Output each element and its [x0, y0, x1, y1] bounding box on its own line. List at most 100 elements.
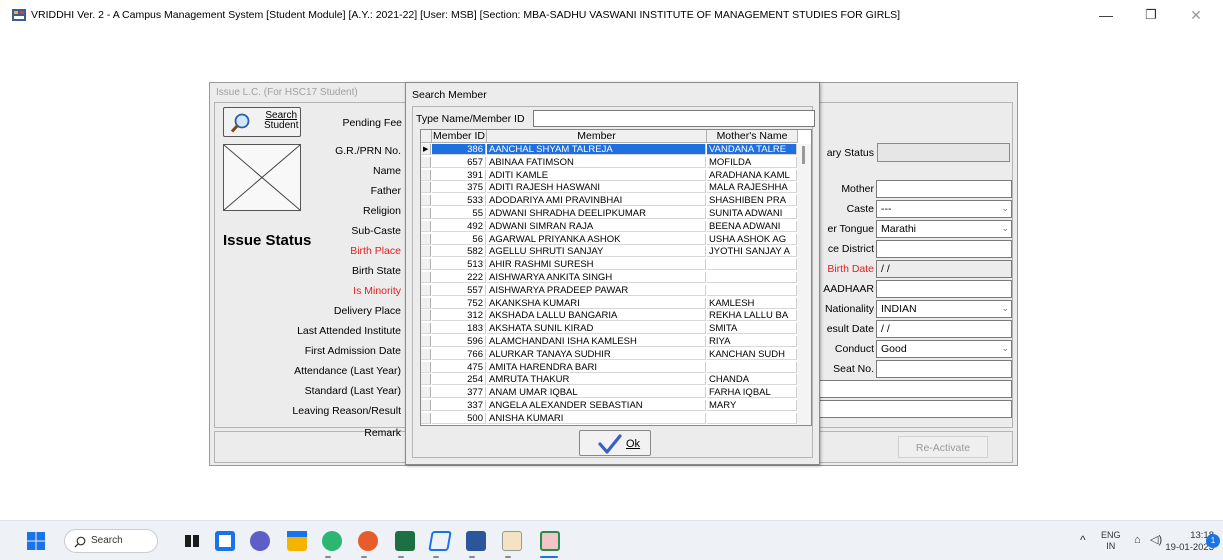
mother-name-cell[interactable]: FARHA IQBAL — [707, 387, 797, 399]
member-id-cell[interactable]: 657 — [432, 156, 486, 168]
aadhaar-field[interactable] — [876, 280, 1012, 298]
seat-no-field[interactable] — [876, 360, 1012, 378]
member-id-cell[interactable]: 386 — [432, 144, 486, 155]
member-name-cell[interactable]: ADWANI SHRADHA DEELIPKUMAR — [487, 208, 706, 219]
mother-name-cell[interactable]: CHANDA — [707, 374, 797, 386]
member-id-cell[interactable]: 375 — [432, 182, 486, 194]
member-name-cell[interactable]: ADODARIYA AMI PRAVINBHAI — [487, 195, 706, 207]
member-id-cell[interactable]: 752 — [432, 297, 486, 309]
member-name-cell[interactable]: AKANKSHA KUMARI — [487, 297, 706, 309]
volume-icon[interactable]: ◁) — [1150, 533, 1162, 546]
grid-scrollbar[interactable] — [797, 144, 811, 425]
ok-button[interactable]: Ok — [579, 430, 651, 456]
row-selector[interactable] — [421, 361, 431, 373]
maximize-button[interactable]: ❐ — [1131, 4, 1171, 26]
member-id-cell[interactable]: 582 — [432, 246, 486, 258]
member-name-cell[interactable]: ADWANI SIMRAN RAJA — [487, 220, 706, 232]
row-selector[interactable] — [421, 169, 431, 181]
member-id-cell[interactable]: 475 — [432, 361, 486, 373]
district-field[interactable] — [876, 240, 1012, 258]
chevron-down-icon[interactable]: ⌄ — [1001, 203, 1009, 214]
table-row[interactable]: 312 AKSHADA LALLU BANGARIA REKHA LALLU BA — [421, 310, 811, 322]
windows-start-icon[interactable] — [27, 532, 45, 550]
member-name-cell[interactable]: ANISHA KUMARI — [487, 412, 706, 424]
row-selector[interactable] — [421, 310, 431, 322]
member-name-cell[interactable]: AHIR RASHMI SURESH — [487, 259, 706, 271]
mother-name-cell[interactable]: ARADHANA KAML — [707, 169, 797, 181]
row-selector[interactable] — [421, 284, 431, 296]
mother-name-cell[interactable]: REKHA LALLU BA — [707, 310, 797, 322]
row-selector[interactable] — [421, 195, 431, 207]
member-name-cell[interactable]: AISHWARYA PRADEEP PAWAR — [487, 284, 706, 296]
row-selector[interactable]: ▶ — [421, 144, 431, 155]
result-date-field[interactable]: / / — [876, 320, 1012, 338]
table-row[interactable]: 377 ANAM UMAR IQBAL FARHA IQBAL — [421, 387, 811, 399]
language-indicator[interactable]: ENG IN — [1101, 530, 1121, 552]
member-name-cell[interactable]: ABINAA FATIMSON — [487, 156, 706, 168]
table-row[interactable]: 657 ABINAA FATIMSON MOFILDA — [421, 156, 811, 168]
mother-tongue-dropdown[interactable]: Marathi ⌄ — [876, 220, 1012, 238]
table-row[interactable]: 375 ADITI RAJESH HASWANI MALA RAJESHHA — [421, 182, 811, 194]
row-selector[interactable] — [421, 246, 431, 258]
mother-name-cell[interactable]: USHA ASHOK AG — [707, 233, 797, 245]
table-row[interactable]: 752 AKANKSHA KUMARI KAMLESH — [421, 297, 811, 309]
widgets-icon[interactable] — [215, 531, 235, 551]
member-id-cell[interactable]: 500 — [432, 412, 486, 424]
vriddhi-app-icon[interactable] — [540, 531, 560, 551]
row-selector[interactable] — [421, 156, 431, 168]
taskbar-search[interactable]: Search — [64, 529, 158, 553]
birth-date-field[interactable]: / / — [876, 260, 1012, 278]
table-row[interactable]: 56 AGARWAL PRIYANKA ASHOK USHA ASHOK AG — [421, 233, 811, 245]
row-selector[interactable] — [421, 374, 431, 386]
table-row[interactable]: ▶ 386 AANCHAL SHYAM TALREJA VANDANA TALRE — [421, 144, 811, 155]
document-icon[interactable] — [502, 531, 522, 551]
mother-name-cell[interactable]: MARY — [707, 400, 797, 411]
member-id-cell[interactable]: 55 — [432, 208, 486, 219]
member-id-cell[interactable]: 391 — [432, 169, 486, 181]
mother-name-cell[interactable] — [707, 272, 797, 283]
nationality-dropdown[interactable]: INDIAN ⌄ — [876, 300, 1012, 318]
table-row[interactable]: 55 ADWANI SHRADHA DEELIPKUMAR SUNITA ADWAN… — [421, 208, 811, 219]
task-view-icon[interactable] — [182, 531, 202, 551]
table-row[interactable]: 533 ADODARIYA AMI PRAVINBHAI SHASHIBEN PRA — [421, 195, 811, 207]
row-selector[interactable] — [421, 233, 431, 245]
member-id-cell[interactable]: 56 — [432, 233, 486, 245]
row-selector[interactable] — [421, 220, 431, 232]
member-id-cell[interactable]: 513 — [432, 259, 486, 271]
table-row[interactable]: 183 AKSHATA SUNIL KIRAD SMITA — [421, 323, 811, 335]
scrollbar-thumb[interactable] — [802, 146, 805, 164]
mother-name-cell[interactable]: RIYA — [707, 336, 797, 347]
mother-name-cell[interactable] — [707, 361, 797, 373]
reactivate-button[interactable]: Re-Activate — [898, 436, 988, 458]
chevron-down-icon[interactable]: ⌄ — [1001, 303, 1009, 314]
mother-name-cell[interactable] — [707, 284, 797, 296]
member-name-cell[interactable]: ALURKAR TANAYA SUDHIR — [487, 348, 706, 360]
mother-name-cell[interactable]: SMITA — [707, 323, 797, 335]
member-search-input[interactable] — [533, 110, 815, 127]
mother-name-cell[interactable]: BEENA ADWANI — [707, 220, 797, 232]
member-name-cell[interactable]: AGELLU SHRUTI SANJAY — [487, 246, 706, 258]
mother-field[interactable] — [876, 180, 1012, 198]
mother-name-cell[interactable]: SUNITA ADWANI — [707, 208, 797, 219]
mother-name-cell[interactable]: MOFILDA — [707, 156, 797, 168]
table-row[interactable]: 500 ANISHA KUMARI — [421, 412, 811, 424]
member-grid[interactable]: Member ID Member Mother's Name ▶ 386 AANCH… — [420, 129, 812, 426]
member-name-cell[interactable]: ADITI KAMLE — [487, 169, 706, 181]
edge-icon[interactable] — [322, 531, 342, 551]
row-selector[interactable] — [421, 182, 431, 194]
member-name-cell[interactable]: AGARWAL PRIYANKA ASHOK — [487, 233, 706, 245]
member-id-cell[interactable]: 377 — [432, 387, 486, 399]
table-row[interactable]: 596 ALAMCHANDANI ISHA KAMLESH RIYA — [421, 336, 811, 347]
network-icon[interactable]: ⌂ — [1134, 534, 1141, 546]
mother-name-cell[interactable]: MALA RAJESHHA — [707, 182, 797, 194]
file-explorer-icon[interactable] — [287, 531, 307, 551]
firefox-icon[interactable] — [358, 531, 378, 551]
table-row[interactable]: 391 ADITI KAMLE ARADHANA KAML — [421, 169, 811, 181]
member-id-cell[interactable]: 337 — [432, 400, 486, 411]
member-id-cell[interactable]: 222 — [432, 272, 486, 283]
member-name-cell[interactable]: AANCHAL SHYAM TALREJA — [487, 144, 706, 155]
member-id-cell[interactable]: 533 — [432, 195, 486, 207]
member-name-cell[interactable]: ANAM UMAR IQBAL — [487, 387, 706, 399]
member-name-cell[interactable]: AKSHATA SUNIL KIRAD — [487, 323, 706, 335]
member-id-cell[interactable]: 183 — [432, 323, 486, 335]
